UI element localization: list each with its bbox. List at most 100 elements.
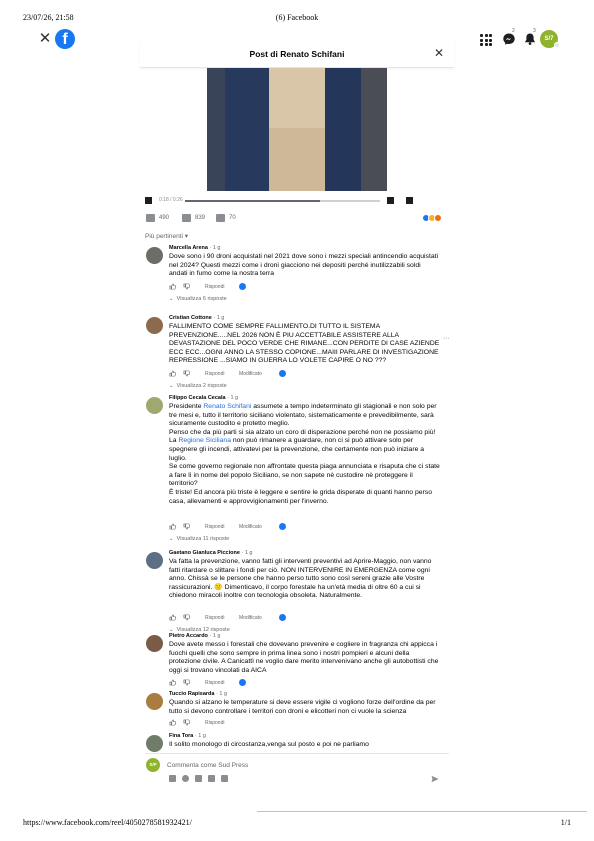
video-progress-fill <box>185 200 320 202</box>
comment-author[interactable]: Tuccio Rapisarda · 1 g <box>169 691 227 697</box>
commenter-avatar[interactable] <box>146 735 163 752</box>
reply-button[interactable]: Rispondi <box>205 615 224 621</box>
like-icon[interactable] <box>169 719 176 726</box>
comment-composer: S/P Commenta come Sud Press <box>145 753 449 793</box>
comment-author[interactable]: Marcella Arena · 1 g <box>169 245 221 251</box>
comment-text: Quando si alzano le temperature si deve … <box>169 699 436 715</box>
dislike-icon[interactable] <box>183 523 190 530</box>
reaction-icon[interactable] <box>279 614 286 621</box>
video-progress-bar[interactable] <box>185 200 380 202</box>
commenter-avatar[interactable] <box>146 552 163 569</box>
dislike-icon[interactable] <box>183 283 190 290</box>
comment-author[interactable]: Fina Tora · 1 g <box>169 733 206 739</box>
notifications-bell-icon[interactable] <box>523 32 537 46</box>
account-chevron-icon[interactable] <box>554 42 560 48</box>
like-icon[interactable] <box>169 679 176 686</box>
comment-actions: Rispondi Modificato <box>169 523 369 532</box>
commenter-avatar[interactable] <box>146 247 163 264</box>
reaction-icon[interactable] <box>239 679 246 686</box>
video-player[interactable] <box>207 68 387 191</box>
comment-icon[interactable] <box>182 214 191 222</box>
reaction-icon[interactable] <box>279 523 286 530</box>
more-options-icon[interactable]: ··· <box>443 335 450 342</box>
comment-author[interactable]: Gaetano Gianluca Piccione · 1 g <box>169 550 252 556</box>
menu-grid-icon[interactable] <box>480 32 494 46</box>
print-page-title: (6) Facebook <box>275 13 319 22</box>
like-icon[interactable] <box>169 283 176 290</box>
reply-button[interactable]: Rispondi <box>205 680 224 686</box>
sticker-pack-icon[interactable] <box>221 775 228 782</box>
dislike-icon[interactable] <box>183 719 190 726</box>
send-icon[interactable] <box>431 775 439 783</box>
comment-text: FALLIMENTO COME SEMPRE FALLIMENTO.DI TUT… <box>169 323 440 365</box>
comment-text: Dove avete messo i forestali che dovevan… <box>169 641 439 674</box>
like-icon[interactable] <box>169 370 176 377</box>
comment-actions: Rispondi <box>169 719 369 728</box>
gif-icon[interactable] <box>208 775 215 782</box>
messenger-icon[interactable] <box>502 32 516 46</box>
top-right-toolbar: 2 3 S/7 <box>478 28 578 50</box>
reply-button[interactable]: Rispondi <box>205 524 224 530</box>
dislike-icon[interactable] <box>183 679 190 686</box>
settings-icon[interactable] <box>387 197 394 204</box>
view-replies-button[interactable]: ⌄ Visualizza 6 risposte <box>169 296 227 302</box>
comment-text: Presidente Renato Schifani assumete a te… <box>169 403 440 505</box>
composer-tools <box>169 775 449 784</box>
like-icon[interactable] <box>169 523 176 530</box>
commenter-avatar[interactable] <box>146 693 163 710</box>
view-replies-button[interactable]: ⌄ Visualizza 2 risposte <box>169 383 227 389</box>
camera-icon[interactable] <box>195 775 202 782</box>
video-time: 0:18 / 0:26 <box>159 197 183 203</box>
page-divider <box>257 811 587 812</box>
emoji-icon[interactable] <box>182 775 189 782</box>
dislike-icon[interactable] <box>183 614 190 621</box>
chevron-down-icon: ▾ <box>184 233 189 240</box>
edited-label: Modificato <box>239 615 262 621</box>
modal-close-icon[interactable]: ✕ <box>434 47 444 59</box>
close-icon[interactable]: ✕ <box>38 31 52 46</box>
comment-actions: Rispondi Modificato <box>169 614 369 623</box>
fullscreen-icon[interactable] <box>406 197 413 204</box>
comment-author[interactable]: Filippo Cecala Cecala · 1 g <box>169 395 238 401</box>
comment-input[interactable]: Commenta come Sud Press <box>167 762 248 769</box>
mention-link[interactable]: Regione Siciliana <box>178 437 231 444</box>
messenger-badge: 2 <box>512 28 515 34</box>
modal-header: Post di Renato Schifani ✕ <box>140 40 454 68</box>
shares-count: 70 <box>229 215 236 221</box>
reaction-icon[interactable] <box>239 283 246 290</box>
view-replies-button[interactable]: ⌄ Visualizza 11 risposte <box>169 536 229 542</box>
reply-button[interactable]: Rispondi <box>205 720 224 726</box>
print-page-number: 1/1 <box>560 818 571 827</box>
dislike-icon[interactable] <box>183 370 190 377</box>
comment-text: Il solito monologo di circostanza,venga … <box>169 741 369 748</box>
comment-text: Dove sono i 90 droni acquistati nel 2021… <box>169 253 439 278</box>
reply-button[interactable]: Rispondi <box>205 371 224 377</box>
like-icon[interactable] <box>169 614 176 621</box>
mention-link[interactable]: Renato Schifani <box>203 403 251 410</box>
notifications-badge: 3 <box>533 28 536 34</box>
comment-author[interactable]: Cristian Cottone · 1 g <box>169 315 224 321</box>
like-icon[interactable] <box>146 214 155 222</box>
modal-title: Post di Renato Schifani <box>249 49 345 59</box>
commenter-avatar[interactable] <box>146 397 163 414</box>
sort-label: Più pertinenti <box>145 233 183 240</box>
reply-button[interactable]: Rispondi <box>205 284 224 290</box>
play-pause-icon[interactable] <box>145 197 152 204</box>
comment-author[interactable]: Pietro Accardo · 1 g <box>169 633 220 639</box>
print-url: https://www.facebook.com/reel/4050278581… <box>23 818 192 827</box>
sticker-icon[interactable] <box>169 775 176 782</box>
reaction-icon[interactable] <box>279 370 286 377</box>
sort-comments-dropdown[interactable]: Più pertinenti ▾ <box>145 232 188 240</box>
print-header: 23/07/26, 21:58 (6) Facebook <box>0 13 594 25</box>
commenter-avatar[interactable] <box>146 635 163 652</box>
post-stats: 490 839 70 <box>146 214 446 224</box>
reactions-icon[interactable] <box>422 214 442 223</box>
share-icon[interactable] <box>216 214 225 222</box>
video-controls: 0:18 / 0:26 <box>145 195 435 207</box>
composer-avatar: S/P <box>146 758 160 772</box>
comment-actions: Rispondi Modificato <box>169 370 369 379</box>
post-modal: Post di Renato Schifani ✕ 0:18 / 0:26 49… <box>140 40 454 800</box>
commenter-avatar[interactable] <box>146 317 163 334</box>
facebook-logo-icon[interactable]: f <box>55 29 75 49</box>
comment-actions: Rispondi <box>169 679 369 688</box>
